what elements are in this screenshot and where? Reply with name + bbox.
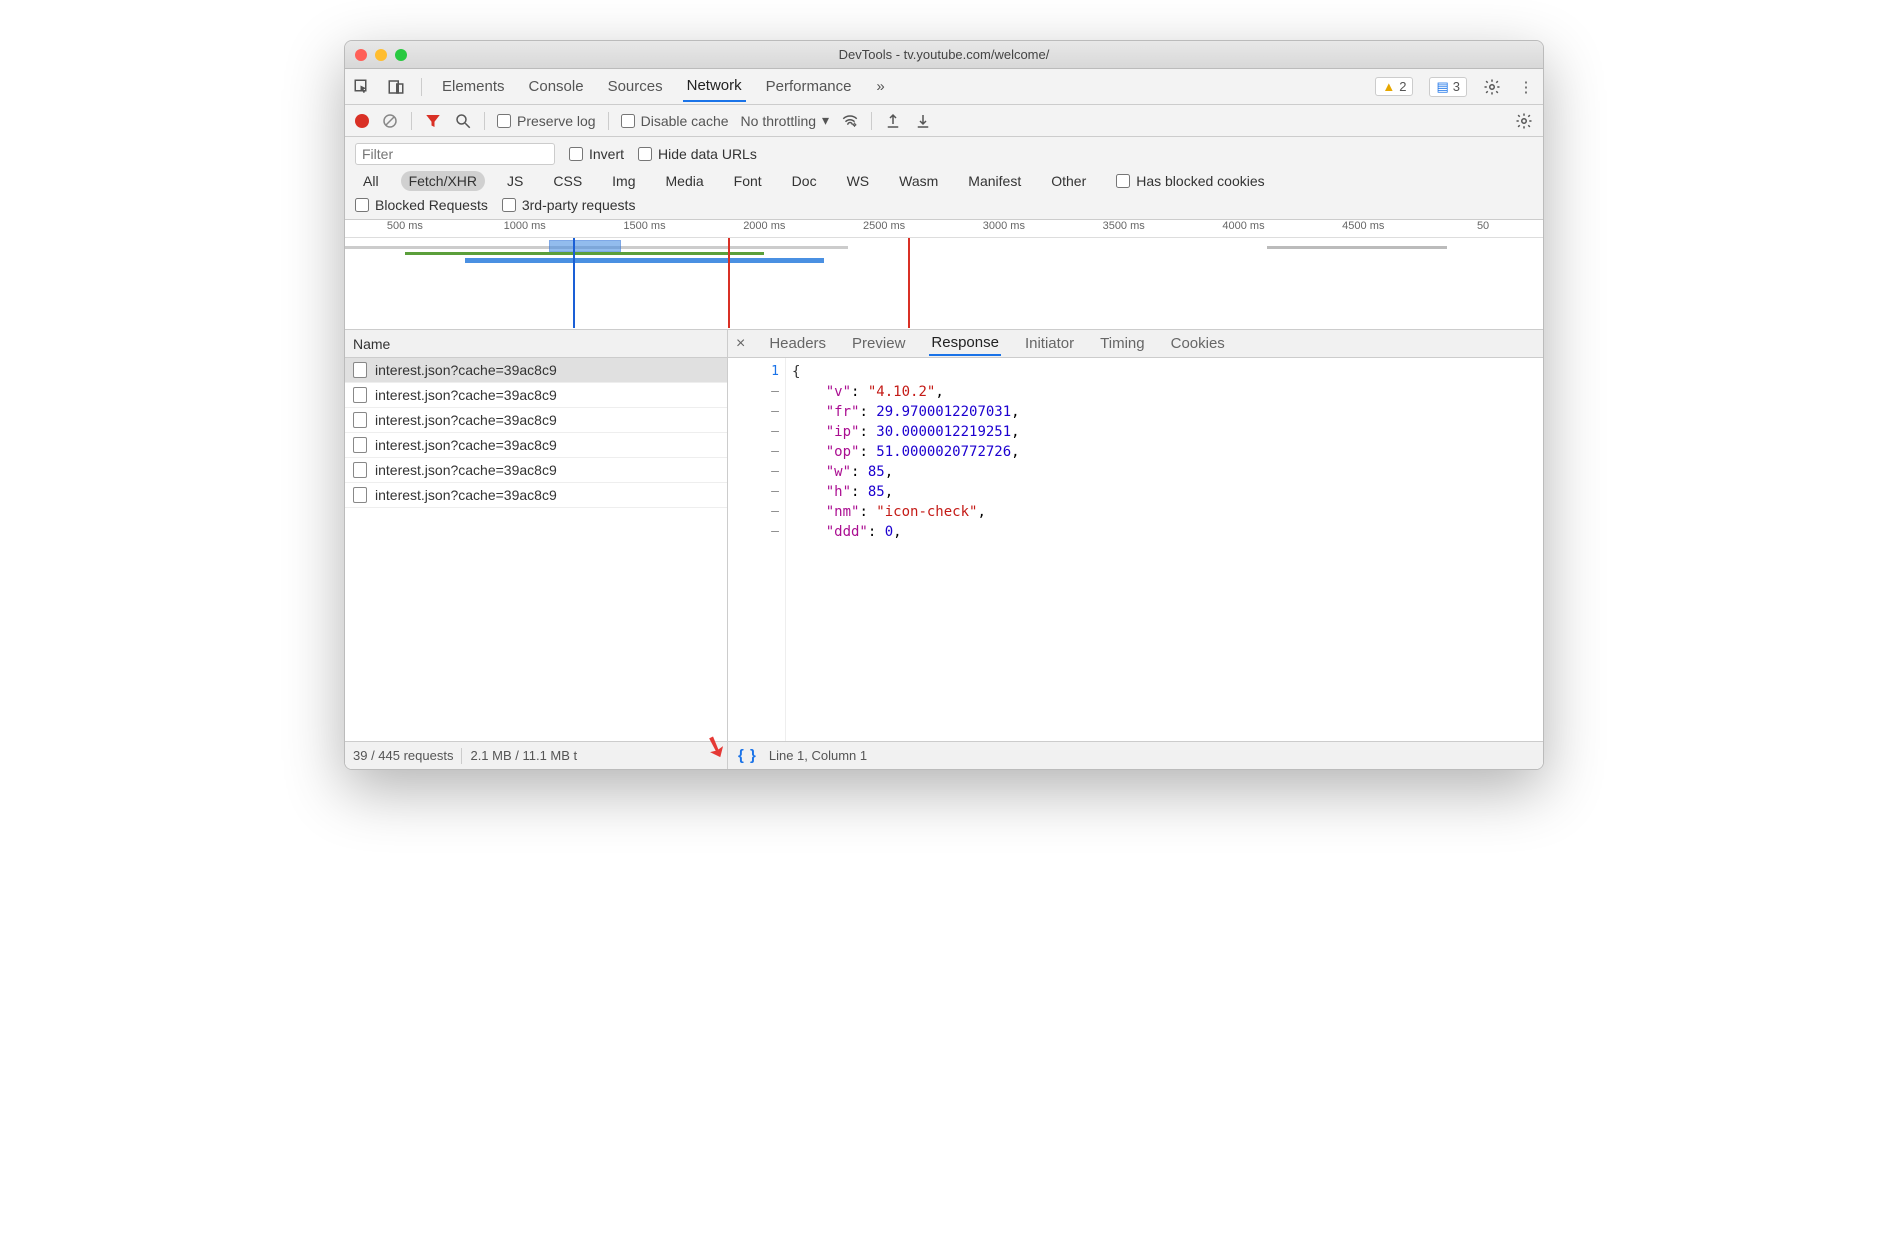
file-icon bbox=[353, 462, 367, 478]
tab-sources[interactable]: Sources bbox=[604, 72, 667, 101]
request-name: interest.json?cache=39ac8c9 bbox=[375, 362, 557, 378]
request-name: interest.json?cache=39ac8c9 bbox=[375, 387, 557, 403]
clear-icon[interactable] bbox=[381, 112, 399, 130]
detail-pane: × Headers Preview Response Initiator Timing C… bbox=[728, 330, 1543, 769]
devtools-window: DevTools - tv.youtube.com/welcome/ Eleme… bbox=[344, 40, 1544, 770]
request-row[interactable]: interest.json?cache=39ac8c9 bbox=[345, 433, 727, 458]
message-icon: ▤ bbox=[1436, 79, 1448, 95]
network-settings-icon[interactable] bbox=[1515, 112, 1533, 130]
filter-input[interactable] bbox=[355, 143, 555, 165]
detail-tab-headers[interactable]: Headers bbox=[767, 332, 828, 355]
throttling-select[interactable]: No throttling▾ bbox=[741, 112, 830, 129]
filter-type-fetch-xhr[interactable]: Fetch/XHR bbox=[401, 171, 485, 191]
detail-tab-preview[interactable]: Preview bbox=[850, 332, 907, 355]
filter-type-font[interactable]: Font bbox=[726, 171, 770, 191]
file-icon bbox=[353, 362, 367, 378]
request-row[interactable]: interest.json?cache=39ac8c9 bbox=[345, 483, 727, 508]
titlebar: DevTools - tv.youtube.com/welcome/ bbox=[345, 41, 1543, 69]
panes: Name interest.json?cache=39ac8c9interest… bbox=[345, 330, 1543, 769]
detail-footer: ➘ { } Line 1, Column 1 bbox=[728, 741, 1543, 769]
has-blocked-cookies-checkbox[interactable]: Has blocked cookies bbox=[1116, 173, 1264, 189]
detail-tab-timing[interactable]: Timing bbox=[1098, 332, 1146, 355]
disable-cache-checkbox[interactable]: Disable cache bbox=[621, 113, 729, 129]
request-name: interest.json?cache=39ac8c9 bbox=[375, 412, 557, 428]
filter-type-manifest[interactable]: Manifest bbox=[960, 171, 1029, 191]
timeline[interactable]: 500 ms1000 ms1500 ms2000 ms2500 ms3000 m… bbox=[345, 220, 1543, 330]
download-har-icon[interactable] bbox=[914, 112, 932, 130]
warning-icon: ▲ bbox=[1382, 79, 1395, 94]
requests-summary: 39 / 445 requests bbox=[353, 748, 453, 763]
filter-type-other[interactable]: Other bbox=[1043, 171, 1094, 191]
detail-tab-cookies[interactable]: Cookies bbox=[1169, 332, 1227, 355]
tab-elements[interactable]: Elements bbox=[438, 72, 509, 101]
filter-type-all[interactable]: All bbox=[355, 171, 387, 191]
chevron-down-icon: ▾ bbox=[822, 112, 829, 129]
window-title: DevTools - tv.youtube.com/welcome/ bbox=[345, 47, 1543, 62]
network-toolbar: Preserve log Disable cache No throttling… bbox=[345, 105, 1543, 137]
filter-type-doc[interactable]: Doc bbox=[784, 171, 825, 191]
request-name: interest.json?cache=39ac8c9 bbox=[375, 462, 557, 478]
status-footer: 39 / 445 requests 2.1 MB / 11.1 MB t bbox=[345, 741, 727, 769]
filter-type-media[interactable]: Media bbox=[658, 171, 712, 191]
request-name: interest.json?cache=39ac8c9 bbox=[375, 487, 557, 503]
settings-icon[interactable] bbox=[1483, 78, 1501, 96]
request-row[interactable]: interest.json?cache=39ac8c9 bbox=[345, 458, 727, 483]
filter-type-img[interactable]: Img bbox=[604, 171, 643, 191]
inspect-icon[interactable] bbox=[353, 78, 371, 96]
pretty-print-icon[interactable]: { } bbox=[738, 747, 757, 764]
request-row[interactable]: interest.json?cache=39ac8c9 bbox=[345, 383, 727, 408]
hide-data-urls-checkbox[interactable]: Hide data URLs bbox=[638, 146, 757, 162]
response-body[interactable]: 1–––––––– { "v": "4.10.2", "fr": 29.9700… bbox=[728, 358, 1543, 741]
request-row[interactable]: interest.json?cache=39ac8c9 bbox=[345, 408, 727, 433]
tab-network[interactable]: Network bbox=[683, 71, 746, 102]
request-name: interest.json?cache=39ac8c9 bbox=[375, 437, 557, 453]
filter-type-js[interactable]: JS bbox=[499, 171, 531, 191]
more-icon[interactable]: ⋮ bbox=[1517, 78, 1535, 96]
column-header-name[interactable]: Name bbox=[345, 330, 727, 358]
record-icon[interactable] bbox=[355, 114, 369, 128]
filter-type-wasm[interactable]: Wasm bbox=[891, 171, 946, 191]
file-icon bbox=[353, 387, 367, 403]
cursor-position: Line 1, Column 1 bbox=[769, 748, 867, 763]
upload-har-icon[interactable] bbox=[884, 112, 902, 130]
requests-pane: Name interest.json?cache=39ac8c9interest… bbox=[345, 330, 728, 769]
filter-icon[interactable] bbox=[424, 112, 442, 130]
network-conditions-icon[interactable] bbox=[841, 112, 859, 130]
search-icon[interactable] bbox=[454, 112, 472, 130]
tab-performance[interactable]: Performance bbox=[762, 72, 856, 101]
file-icon bbox=[353, 412, 367, 428]
more-tabs-icon[interactable]: » bbox=[872, 78, 890, 96]
detail-tabs: × Headers Preview Response Initiator Timing C… bbox=[728, 330, 1543, 358]
device-toolbar-icon[interactable] bbox=[387, 78, 405, 96]
filter-type-ws[interactable]: WS bbox=[839, 171, 878, 191]
blocked-requests-checkbox[interactable]: Blocked Requests bbox=[355, 197, 488, 213]
detail-tab-response[interactable]: Response bbox=[929, 331, 1001, 356]
detail-tab-initiator[interactable]: Initiator bbox=[1023, 332, 1076, 355]
main-tabbar: Elements Console Sources Network Performance… bbox=[345, 69, 1543, 105]
file-icon bbox=[353, 487, 367, 503]
messages-badge[interactable]: ▤3 bbox=[1429, 77, 1467, 97]
third-party-checkbox[interactable]: 3rd-party requests bbox=[502, 197, 636, 213]
file-icon bbox=[353, 437, 367, 453]
request-row[interactable]: interest.json?cache=39ac8c9 bbox=[345, 358, 727, 383]
warnings-badge[interactable]: ▲2 bbox=[1375, 77, 1413, 96]
request-list: interest.json?cache=39ac8c9 interest.json… bbox=[345, 358, 727, 741]
filter-type-css[interactable]: CSS bbox=[545, 171, 590, 191]
filter-bar: Invert Hide data URLs All Fetch/XHR JS CSS I… bbox=[345, 137, 1543, 220]
tab-console[interactable]: Console bbox=[525, 72, 588, 101]
transfer-summary: 2.1 MB / 11.1 MB t bbox=[470, 748, 577, 763]
invert-checkbox[interactable]: Invert bbox=[569, 146, 624, 162]
preserve-log-checkbox[interactable]: Preserve log bbox=[497, 113, 596, 129]
close-icon[interactable]: × bbox=[736, 335, 745, 353]
